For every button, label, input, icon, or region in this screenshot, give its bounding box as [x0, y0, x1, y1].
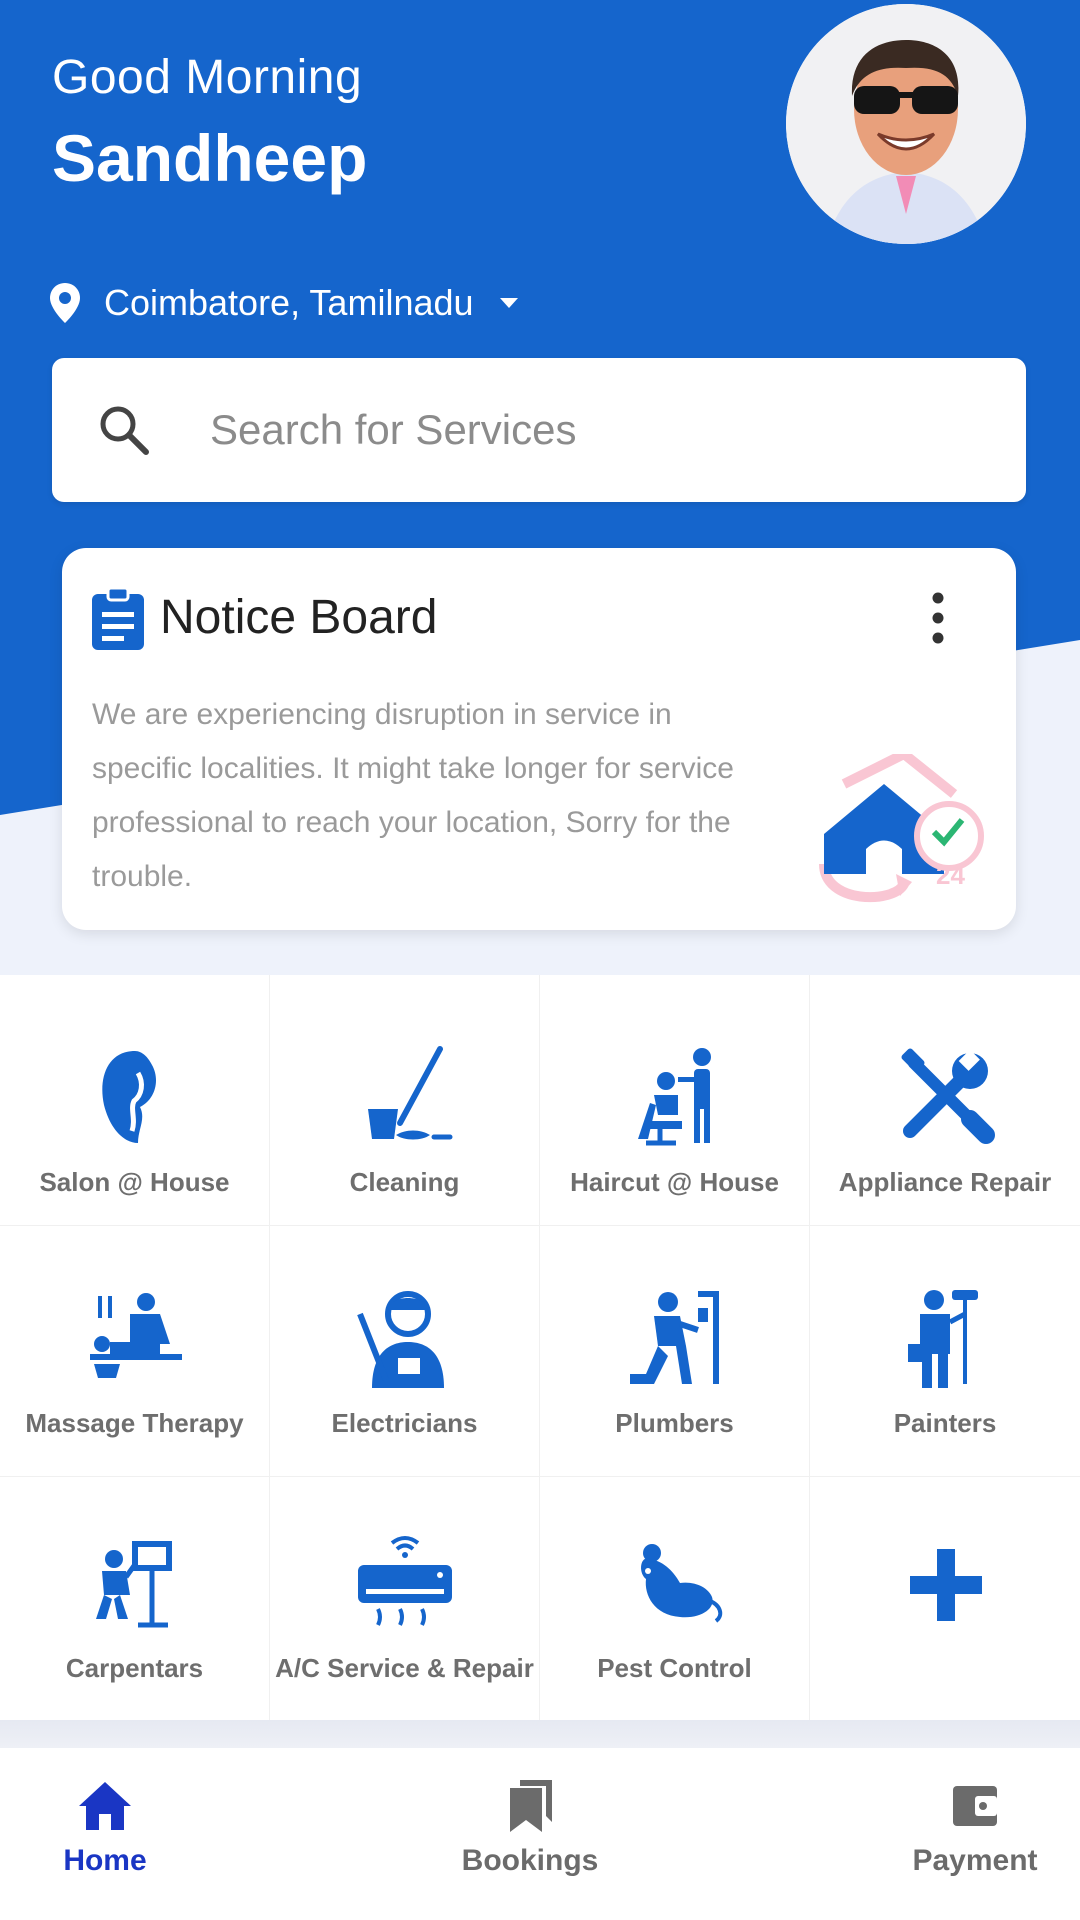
service-label: Pest Control [597, 1653, 752, 1683]
service-carpenters[interactable]: Carpentars [0, 1477, 270, 1722]
mop-icon [367, 1046, 452, 1140]
salon-icon [101, 1051, 156, 1143]
service-appliance-repair[interactable]: Appliance Repair [810, 975, 1080, 1225]
location-pin-icon [50, 283, 80, 323]
service-label: Electricians [331, 1408, 478, 1438]
plumber-icon [629, 1291, 719, 1384]
location-text: Coimbatore, Tamilnadu [104, 282, 474, 323]
header: Good Morning Sandheep Coimbatore, Tamiln… [0, 0, 1080, 975]
nav-divider [0, 1720, 1080, 1748]
search-icon [100, 406, 149, 455]
service-label: Painters [893, 1408, 997, 1438]
service-massage[interactable]: Massage Therapy [0, 1226, 270, 1476]
painter-icon [908, 1290, 978, 1388]
services-row: Massage Therapy Electricians Plumbers Pa… [0, 1226, 1080, 1477]
home-service-24h-illustration: 24 [819, 754, 984, 903]
service-ac-repair[interactable]: A/C Service & Repair [270, 1477, 540, 1722]
service-label: Carpentars [65, 1653, 204, 1683]
tab-label: Home [63, 1844, 147, 1877]
wallet-icon [953, 1786, 997, 1826]
services-row: Carpentars A/C Service & Repair Pest Con… [0, 1477, 1080, 1723]
haircut-icon [637, 1048, 711, 1146]
service-electricians[interactable]: Electricians [270, 1226, 540, 1476]
greeting-text: Good Morning [52, 51, 363, 104]
services-row: Salon @ House Cleaning Haircut @ House A… [0, 975, 1080, 1226]
service-plumbers[interactable]: Plumbers [540, 1226, 810, 1476]
service-haircut[interactable]: Haircut @ House [540, 975, 810, 1225]
service-label: Cleaning [349, 1167, 460, 1197]
clipboard-icon [92, 586, 144, 650]
chevron-down-icon [499, 298, 518, 308]
more-services[interactable] [810, 1477, 1080, 1722]
home-screen: Good Morning Sandheep Coimbatore, Tamiln… [0, 0, 1080, 1920]
tools-icon [901, 1048, 995, 1144]
location-selector[interactable]: Coimbatore, Tamilnadu [48, 278, 520, 328]
notice-board-card: Notice Board We are experiencing disrupt… [62, 548, 1016, 930]
illustration-badge-text: 24 [936, 860, 965, 890]
tab-label: Bookings [461, 1844, 599, 1877]
bookmarks-icon [510, 1780, 552, 1832]
bottom-navigation: Home Bookings Payment [0, 1748, 1080, 1920]
tab-bookings[interactable]: Bookings [450, 1748, 610, 1920]
plus-icon [910, 1549, 982, 1621]
notice-board-title: Notice Board [160, 591, 438, 644]
more-options-icon[interactable] [918, 588, 958, 648]
user-name: Sandheep [52, 121, 368, 195]
services-grid: Salon @ House Cleaning Haircut @ House A… [0, 975, 1080, 1723]
air-conditioner-icon [357, 1536, 452, 1626]
search-bar[interactable] [52, 358, 1026, 502]
service-label: A/C Service & Repair [275, 1653, 534, 1683]
carpenter-icon [95, 1541, 172, 1628]
massage-icon [89, 1293, 182, 1378]
tab-home[interactable]: Home [40, 1748, 170, 1920]
service-label: Haircut @ House [570, 1167, 779, 1197]
service-label: Plumbers [615, 1408, 734, 1438]
service-cleaning[interactable]: Cleaning [270, 975, 540, 1225]
search-input[interactable] [208, 405, 912, 455]
avatar-photo [786, 4, 1026, 244]
electrician-icon [356, 1291, 444, 1388]
service-label: Massage Therapy [25, 1408, 244, 1438]
home-icon [79, 1782, 131, 1830]
tab-payment[interactable]: Payment [890, 1748, 1060, 1920]
avatar[interactable] [786, 4, 1026, 244]
service-pest-control[interactable]: Pest Control [540, 1477, 810, 1722]
tab-label: Payment [912, 1844, 1038, 1877]
rat-icon [640, 1544, 722, 1623]
service-label: Appliance Repair [838, 1167, 1052, 1197]
service-painters[interactable]: Painters [810, 1226, 1080, 1476]
notice-board-message: We are experiencing disruption in servic… [92, 698, 734, 893]
service-label: Salon @ House [39, 1167, 230, 1197]
service-salon[interactable]: Salon @ House [0, 975, 270, 1225]
